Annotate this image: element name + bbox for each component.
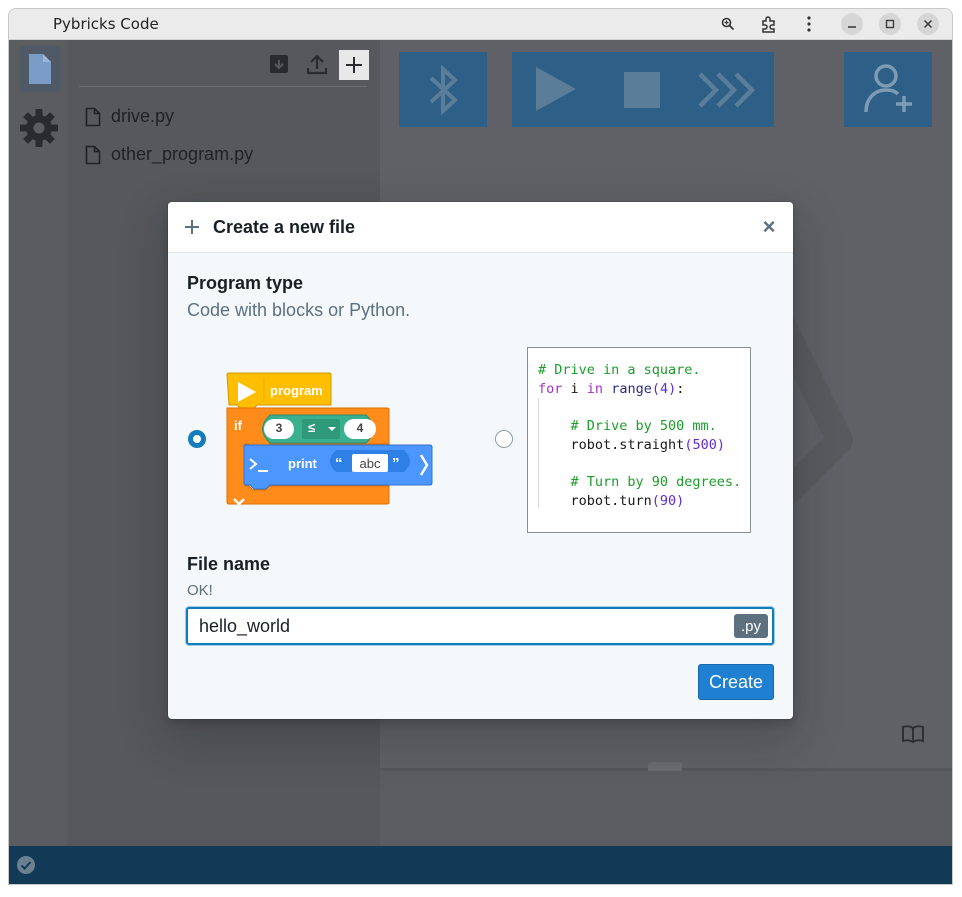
create-file-dialog: Create a new file × Program type Code wi… (168, 202, 793, 719)
bluetooth-icon (429, 64, 458, 116)
close-icon[interactable]: × (758, 215, 780, 239)
dialog-title: Create a new file (213, 217, 356, 237)
radio-dot (193, 435, 201, 443)
archive-icon[interactable] (267, 52, 291, 76)
dialog-header: Create a new file × (168, 202, 793, 253)
file-name-status: OK! (187, 582, 213, 599)
book-icon[interactable] (902, 724, 924, 744)
fast-forward-icon[interactable] (696, 70, 760, 110)
plus-icon (346, 57, 362, 73)
python-radio[interactable] (495, 430, 513, 448)
activity-explorer-tab[interactable] (19, 46, 61, 92)
close-window-button[interactable] (917, 13, 939, 35)
bluetooth-button[interactable] (399, 52, 487, 127)
plus-icon (185, 220, 199, 234)
extension-icon[interactable] (758, 13, 780, 35)
minimize-button[interactable] (841, 13, 863, 35)
file-icon (29, 54, 51, 84)
new-file-button[interactable] (339, 50, 369, 80)
file-item[interactable]: drive.py (85, 106, 174, 127)
add-user-icon (864, 64, 912, 113)
file-item[interactable]: other_program.py (85, 144, 253, 165)
zoom-icon[interactable] (717, 13, 739, 35)
app-window: Pybricks Code drive.py other_program.py … (8, 8, 953, 885)
upload-icon[interactable] (305, 52, 329, 76)
blocks-preview[interactable]: program if 3 ≤ 4 print “ abc ” (226, 372, 438, 512)
gear-icon (20, 109, 58, 147)
block-program-label: program (270, 383, 323, 398)
play-icon[interactable] (532, 65, 578, 113)
file-name-input[interactable]: hello_world .py (186, 607, 774, 645)
block-right-operand: 4 (356, 421, 364, 435)
status-bar (9, 846, 952, 884)
file-name-heading: File name (187, 554, 271, 574)
explorer-divider (79, 86, 367, 87)
window-title: Pybricks Code (53, 15, 159, 33)
check-circle-icon (17, 856, 35, 874)
blocks-radio[interactable] (188, 430, 206, 448)
code-line: # Turn by 90 degrees. (538, 474, 742, 490)
menu-kebab-icon[interactable] (798, 13, 820, 35)
file-icon (85, 145, 101, 164)
program-type-subtitle: Code with blocks or Python. (187, 300, 411, 320)
block-close-quote: ” (392, 455, 400, 472)
file-icon (85, 107, 101, 126)
run-controls (512, 52, 774, 127)
extension-tag: .py (734, 614, 768, 638)
code-line: robot.straight(500) (538, 437, 725, 453)
python-preview[interactable]: # Drive in a square. for i in range(4): … (527, 347, 751, 533)
file-name-value: hello_world (199, 616, 291, 636)
stop-icon[interactable] (624, 72, 660, 108)
block-print-label: print (288, 456, 317, 471)
block-operator: ≤ (308, 420, 316, 435)
activity-bar (9, 40, 67, 846)
block-string-value: abc (359, 456, 381, 471)
block-left-operand: 3 (275, 421, 283, 435)
code-line: robot.turn(90) (538, 493, 685, 509)
activity-settings-tab[interactable] (17, 106, 61, 150)
block-open-quote: “ (335, 455, 343, 472)
add-user-button[interactable] (844, 52, 932, 127)
blocks-preview-graphic (226, 372, 433, 506)
file-name: other_program.py (111, 144, 254, 164)
create-button[interactable]: Create (698, 664, 774, 700)
window-titlebar: Pybricks Code (9, 9, 952, 40)
program-type-heading: Program type (187, 273, 304, 293)
block-if-label: if (234, 418, 242, 433)
terminal-panel (380, 771, 952, 846)
code-line: # Drive in a square. (538, 362, 701, 378)
file-name: drive.py (111, 106, 175, 126)
code-line: for i in range(4): (538, 381, 685, 397)
code-line: # Drive by 500 mm. (538, 418, 717, 434)
maximize-button[interactable] (879, 13, 901, 35)
